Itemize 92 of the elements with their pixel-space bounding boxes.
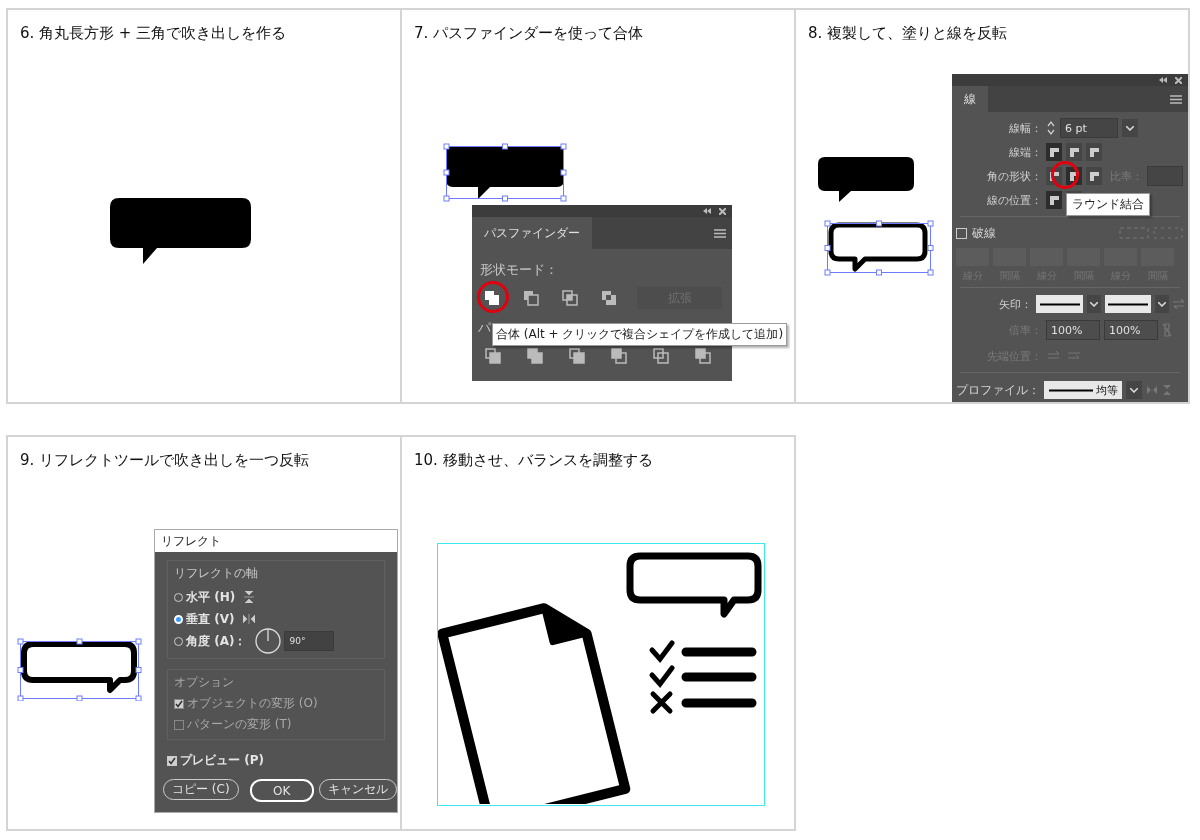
pathfinder-button[interactable] xyxy=(650,345,672,367)
field-label: 線幅： xyxy=(1008,120,1042,136)
shape-mode-icon xyxy=(484,290,501,306)
menu-icon[interactable] xyxy=(714,228,726,238)
dropdown-button[interactable] xyxy=(1126,381,1142,399)
corner-shape-icon xyxy=(1088,146,1100,158)
field-label: 線端： xyxy=(1008,144,1042,160)
pathfinder-button[interactable] xyxy=(566,345,588,367)
panel-tab[interactable]: 線 xyxy=(952,86,988,112)
shape-mode-icon xyxy=(527,348,543,364)
chevron-icon xyxy=(1158,301,1167,307)
chevron-icon xyxy=(1089,301,1098,307)
tooltip: ラウンド結合 xyxy=(1066,193,1150,216)
butt-cap-button[interactable] xyxy=(1046,143,1062,161)
angle-dial-icon[interactable] xyxy=(255,628,282,654)
corner-shape-icon xyxy=(1048,146,1060,158)
menu-icon[interactable] xyxy=(1170,94,1182,104)
field-label: 線の位置： xyxy=(986,192,1042,208)
highlight-ring xyxy=(477,281,509,313)
panel-tab[interactable]: パスファインダー xyxy=(472,217,592,249)
selection-box[interactable] xyxy=(17,638,142,701)
stroke-weight-field[interactable]: 6 pt xyxy=(1060,118,1118,138)
step-title: 7. パスファインダーを使って合体 xyxy=(414,24,644,43)
corner-shape-icon xyxy=(1088,170,1100,182)
line-sample-icon xyxy=(1039,302,1080,306)
checkbox[interactable] xyxy=(167,755,177,766)
arrowhead-select[interactable] xyxy=(1036,295,1083,313)
radio-label: 水平 (H) xyxy=(186,588,236,606)
pathfinder-button[interactable] xyxy=(692,345,714,367)
shape-mode-icon xyxy=(600,290,617,306)
corner-shape-icon xyxy=(1048,170,1060,182)
corner-shape-icon xyxy=(1048,194,1060,206)
round-cap-button[interactable] xyxy=(1066,143,1082,161)
ratio-field[interactable] xyxy=(1147,166,1183,186)
shape-mode-icon xyxy=(485,348,501,364)
selection-box[interactable] xyxy=(824,220,934,276)
pathfinder-button[interactable] xyxy=(524,345,546,367)
checkbox-label: オブジェクトの変形 (O) xyxy=(187,695,318,712)
pathfinder-button[interactable] xyxy=(608,345,630,367)
square-cap-button[interactable] xyxy=(1086,143,1102,161)
step-title: 9. リフレクトツールで吹き出しを一つ反転 xyxy=(20,451,310,470)
dropdown-button[interactable] xyxy=(1086,295,1101,313)
tooltip: 合体 (Alt + クリックで複合シェイプを作成して追加) xyxy=(492,323,788,346)
step-title: 8. 複製して、塗りと線を反転 xyxy=(808,24,1008,43)
arrowhead-select[interactable] xyxy=(1104,295,1152,313)
shape-mode-icon xyxy=(653,348,669,364)
reflect-vertical-icon xyxy=(243,614,256,624)
close-icon[interactable] xyxy=(719,207,726,215)
align-center-button[interactable] xyxy=(1046,191,1062,209)
scale-field[interactable]: 100% xyxy=(1104,320,1158,340)
shape-mode-icon xyxy=(523,290,540,306)
scale-field[interactable]: 100% xyxy=(1046,320,1100,340)
chevron-icon xyxy=(1130,387,1138,393)
dialog-button[interactable]: コピー (C) xyxy=(163,779,239,800)
field-label: プロファイル： xyxy=(956,381,1040,399)
group-label: リフレクトの軸 xyxy=(174,565,259,582)
checkbox-label: 破線 xyxy=(972,224,996,242)
collapse-icon[interactable] xyxy=(1159,77,1167,83)
profile-select[interactable]: 均等 xyxy=(1044,381,1122,399)
section-label: パ xyxy=(478,320,491,335)
close-icon[interactable] xyxy=(1175,76,1182,84)
radio-label: 角度 (A)： xyxy=(186,632,247,650)
line-sample-icon xyxy=(1108,302,1148,306)
checkbox-label: プレビュー (P) xyxy=(180,752,264,769)
line-sample-icon xyxy=(1048,388,1093,392)
step-title: 10. 移動させ、バランスを調整する xyxy=(414,451,653,470)
dialog-button[interactable]: OK xyxy=(249,779,314,802)
shape-mode-icon xyxy=(561,290,578,306)
step-title: 6. 角丸長方形 + 三角で吹き出しを作る xyxy=(20,24,287,43)
field-label: 角の形状： xyxy=(986,168,1042,184)
reflect-horizontal-icon xyxy=(244,591,255,603)
checkbox-label: パターンの変形 (T) xyxy=(187,716,292,733)
shape-mode-icon xyxy=(611,348,627,364)
dialog-title: リフレクト xyxy=(155,530,397,552)
intersect-button[interactable] xyxy=(559,287,581,309)
corner-shape-icon xyxy=(1068,146,1080,158)
bevel-join-button[interactable] xyxy=(1086,167,1102,185)
radio-label: 垂直 (V) xyxy=(186,610,235,628)
dialog-button[interactable]: キャンセル xyxy=(319,779,397,800)
pathfinder-button[interactable] xyxy=(482,345,504,367)
field-label: 矢印： xyxy=(998,296,1033,312)
chevron-icon xyxy=(1126,125,1134,131)
angle-field[interactable]: 90° xyxy=(284,631,335,651)
dropdown-button[interactable] xyxy=(1122,119,1138,137)
group-label: オプション xyxy=(174,674,235,691)
shape-mode-icon xyxy=(569,348,585,364)
stepper-icon[interactable] xyxy=(1046,120,1056,136)
section-label: 形状モード： xyxy=(479,261,559,279)
shape-mode-icon xyxy=(695,348,711,364)
dropdown-button[interactable] xyxy=(1155,295,1170,313)
highlight-ring xyxy=(1051,161,1079,189)
collapse-icon[interactable] xyxy=(703,208,711,214)
